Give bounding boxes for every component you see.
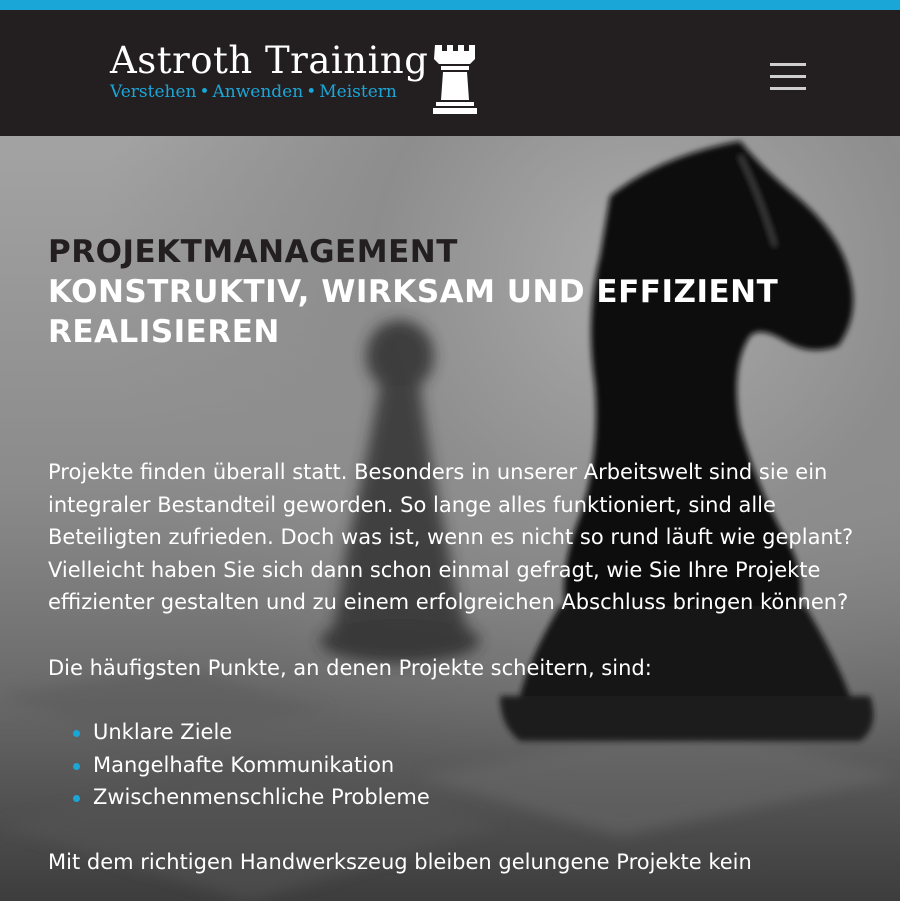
rook-icon xyxy=(433,45,477,114)
brand-tagline: Verstehen • Anwenden • Meistern xyxy=(110,82,397,102)
page-title: PROJEKTMANAGEMENT xyxy=(48,234,458,270)
site-header: Astroth Training Verstehen • Anwenden • Meis… xyxy=(0,10,900,136)
closing-paragraph: Mit dem richtigen Handwerkszeug bleiben … xyxy=(48,849,752,874)
hamburger-menu-icon[interactable] xyxy=(770,63,806,93)
failure-points-list: Unklare Ziele Mangelhafte Kommunikation … xyxy=(48,716,868,814)
page-subtitle-line2: REALISIEREN xyxy=(48,314,280,350)
list-item: Unklare Ziele xyxy=(48,716,868,749)
tagline-word: Meistern xyxy=(319,82,397,102)
list-item: Mangelhafte Kommunikation xyxy=(48,749,868,782)
tagline-word: Anwenden xyxy=(212,82,304,102)
brand-logo-link[interactable]: Astroth Training Verstehen • Anwenden • Meis… xyxy=(110,39,429,103)
intro-paragraph: Projekte finden überall statt. Besonders… xyxy=(48,460,854,614)
brand-name: Astroth Training xyxy=(110,39,429,82)
list-item: Zwischenmenschliche Probleme xyxy=(48,781,868,814)
hero-content: PROJEKTMANAGEMENT KONSTRUKTIV, WIRKSAM U… xyxy=(48,232,868,878)
top-accent-bar xyxy=(0,0,900,10)
points-intro: Die häufigsten Punkte, an denen Projekte… xyxy=(48,655,652,680)
hero-section: PROJEKTMANAGEMENT KONSTRUKTIV, WIRKSAM U… xyxy=(0,136,900,901)
tagline-word: Verstehen xyxy=(110,82,197,102)
page-subtitle-line1: KONSTRUKTIV, WIRKSAM UND EFFIZIENT xyxy=(48,274,779,310)
